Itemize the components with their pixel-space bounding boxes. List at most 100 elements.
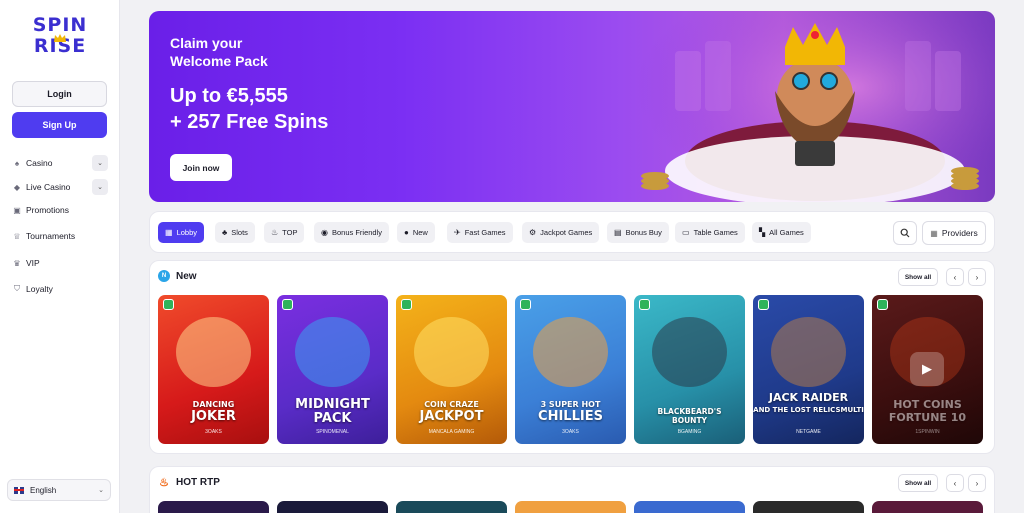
- tab-new[interactable]: ● New: [397, 222, 435, 243]
- show-all-button[interactable]: Show all: [898, 474, 938, 492]
- game-provider: NETGAME: [796, 429, 821, 435]
- sidebar-item-label: Promotions: [26, 205, 69, 215]
- new-icon: ●: [404, 228, 409, 237]
- game-title-1: HOT COINS: [893, 398, 962, 411]
- tab-label: Fast Games: [464, 228, 506, 237]
- banner-free-spins: + 257 Free Spins: [170, 111, 329, 133]
- sidebar-item-loyalty[interactable]: ⛉ Loyalty: [12, 280, 108, 298]
- cherry-icon: ♣: [222, 228, 228, 237]
- language-select[interactable]: English ⌄: [7, 479, 111, 501]
- show-all-button[interactable]: Show all: [898, 268, 938, 286]
- gift-icon: ▣: [13, 205, 21, 215]
- grid-icon: ▚: [759, 228, 766, 237]
- tab-label: Lobby: [176, 228, 197, 237]
- game-card[interactable]: [515, 501, 626, 513]
- fire-icon: ♨: [271, 228, 279, 237]
- chevron-down-icon[interactable]: ⌄: [92, 179, 108, 195]
- tab-label: Slots: [231, 228, 248, 237]
- sidebar-item-label: Loyalty: [26, 284, 53, 294]
- chevron-down-icon[interactable]: ⌄: [92, 155, 108, 171]
- tab-label: Bonus Friendly: [331, 228, 383, 237]
- game-card[interactable]: [634, 501, 745, 513]
- game-card-jack-raider[interactable]: JACK RAIDER AND THE LOST RELICSMULTI NET…: [753, 295, 864, 444]
- game-title-1: JACK RAIDER: [768, 391, 849, 404]
- sidebar: SPIN RISE Login Sign Up ♠ Casino ⌄ ◆ Liv…: [0, 0, 120, 513]
- chevron-right-icon: ›: [975, 272, 979, 282]
- jackpot-icon: ⚙: [529, 228, 537, 237]
- tab-table-games[interactable]: ▭ Table Games: [675, 222, 745, 243]
- game-title-1: 3 SUPER HOT: [540, 400, 601, 409]
- section-title: N New: [158, 270, 197, 282]
- tab-jackpot-games[interactable]: ⚙ Jackpot Games: [522, 222, 600, 243]
- login-button[interactable]: Login: [12, 81, 107, 107]
- sidebar-item-label: Casino: [26, 158, 53, 168]
- sidebar-item-tournaments[interactable]: ♕ Tournaments: [12, 227, 108, 245]
- search-button[interactable]: [893, 221, 917, 245]
- new-badge-icon: [163, 299, 174, 310]
- providers-label: Providers: [941, 228, 978, 238]
- prev-arrow-button[interactable]: ‹: [946, 474, 964, 492]
- game-card[interactable]: [396, 501, 507, 513]
- banner-amount: Up to €5,555: [170, 85, 288, 107]
- tab-fast-games[interactable]: ✈ Fast Games: [447, 222, 513, 243]
- tab-label: Jackpot Games: [540, 228, 593, 237]
- tab-lobby[interactable]: ▦ Lobby: [158, 222, 204, 243]
- game-card[interactable]: [872, 501, 983, 513]
- game-title-2: CHILLIES: [538, 409, 603, 424]
- tab-bonus-friendly[interactable]: ◉ Bonus Friendly: [314, 222, 390, 243]
- king-illustration: [635, 11, 995, 202]
- game-card-dancing-joker[interactable]: DANCING JOKER 3OAKS: [158, 295, 269, 444]
- tab-bonus-buy[interactable]: ▤ Bonus Buy: [607, 222, 669, 243]
- sidebar-item-casino[interactable]: ♠ Casino ⌄: [12, 154, 108, 172]
- sidebar-item-promotions[interactable]: ▣ Promotions: [12, 201, 108, 219]
- sidebar-item-vip[interactable]: ♛ VIP: [12, 254, 108, 272]
- prev-arrow-button[interactable]: ‹: [946, 268, 964, 286]
- welcome-banner[interactable]: Claim your Welcome Pack Up to €5,555 + 2…: [149, 11, 995, 202]
- spinrise-logo[interactable]: SPIN RISE: [23, 15, 97, 61]
- game-card-midnight-pack[interactable]: MIDNIGHT PACK SPINOMENAL: [277, 295, 388, 444]
- search-icon: [900, 228, 910, 238]
- plane-icon: ✈: [454, 228, 461, 237]
- tab-label: All Games: [769, 228, 804, 237]
- tab-all-games[interactable]: ▚ All Games: [752, 222, 811, 243]
- game-provider: SPINOMENAL: [316, 429, 349, 435]
- chevron-down-icon: ⌄: [98, 487, 104, 494]
- signup-button[interactable]: Sign Up: [12, 112, 107, 138]
- game-card[interactable]: [158, 501, 269, 513]
- sidebar-item-label: Live Casino: [26, 182, 71, 192]
- section-title: ♨ HOT RTP: [158, 476, 220, 489]
- game-art: [652, 317, 727, 387]
- tab-label: TOP: [282, 228, 298, 237]
- lobby-icon: ▦: [165, 228, 173, 237]
- play-icon[interactable]: ▶: [910, 352, 944, 386]
- sidebar-item-live-casino[interactable]: ◆ Live Casino ⌄: [12, 178, 108, 196]
- category-tabs: ▦ Lobby ♣ Slots ♨ TOP ◉ Bonus Friendly ● New …: [149, 211, 995, 253]
- language-label: English: [30, 485, 57, 495]
- new-badge-icon: [758, 299, 769, 310]
- next-arrow-button[interactable]: ›: [968, 268, 986, 286]
- tab-top[interactable]: ♨ TOP: [264, 222, 305, 243]
- new-badge-icon: N: [158, 270, 170, 282]
- banner-offer: Up to €5,555 + 257 Free Spins: [170, 83, 390, 135]
- new-badge-icon: [877, 299, 888, 310]
- game-card-3-super-hot-chillies[interactable]: 3 SUPER HOT CHILLIES 3OAKS: [515, 295, 626, 444]
- next-arrow-button[interactable]: ›: [968, 474, 986, 492]
- game-title-2: JOKER: [191, 409, 236, 424]
- game-card-hot-coins-fortune-10[interactable]: ▶ HOT COINS FORTUNE 10 1SPINWIN: [872, 295, 983, 444]
- tab-label: New: [412, 228, 428, 237]
- game-art: [295, 317, 370, 387]
- join-now-button[interactable]: Join now: [170, 154, 232, 181]
- crown-icon: ♛: [13, 258, 21, 268]
- game-card-coin-craze-jackpot[interactable]: COIN CRAZE JACKPOT MANCALA GAMING: [396, 295, 507, 444]
- game-provider: 3OAKS: [562, 429, 579, 435]
- game-provider: 1SPINWIN: [915, 429, 940, 435]
- game-card[interactable]: [753, 501, 864, 513]
- game-card-blackbeards-bounty[interactable]: BLACKBEARD'S BOUNTY BGAMING: [634, 295, 745, 444]
- game-card[interactable]: [277, 501, 388, 513]
- providers-button[interactable]: ▦ Providers: [922, 221, 986, 245]
- banner-headline: Claim your Welcome Pack: [170, 34, 310, 70]
- spade-icon: ♠: [14, 158, 20, 168]
- tab-slots[interactable]: ♣ Slots: [215, 222, 255, 243]
- section-title-label: HOT RTP: [176, 476, 220, 488]
- game-art: [771, 317, 846, 387]
